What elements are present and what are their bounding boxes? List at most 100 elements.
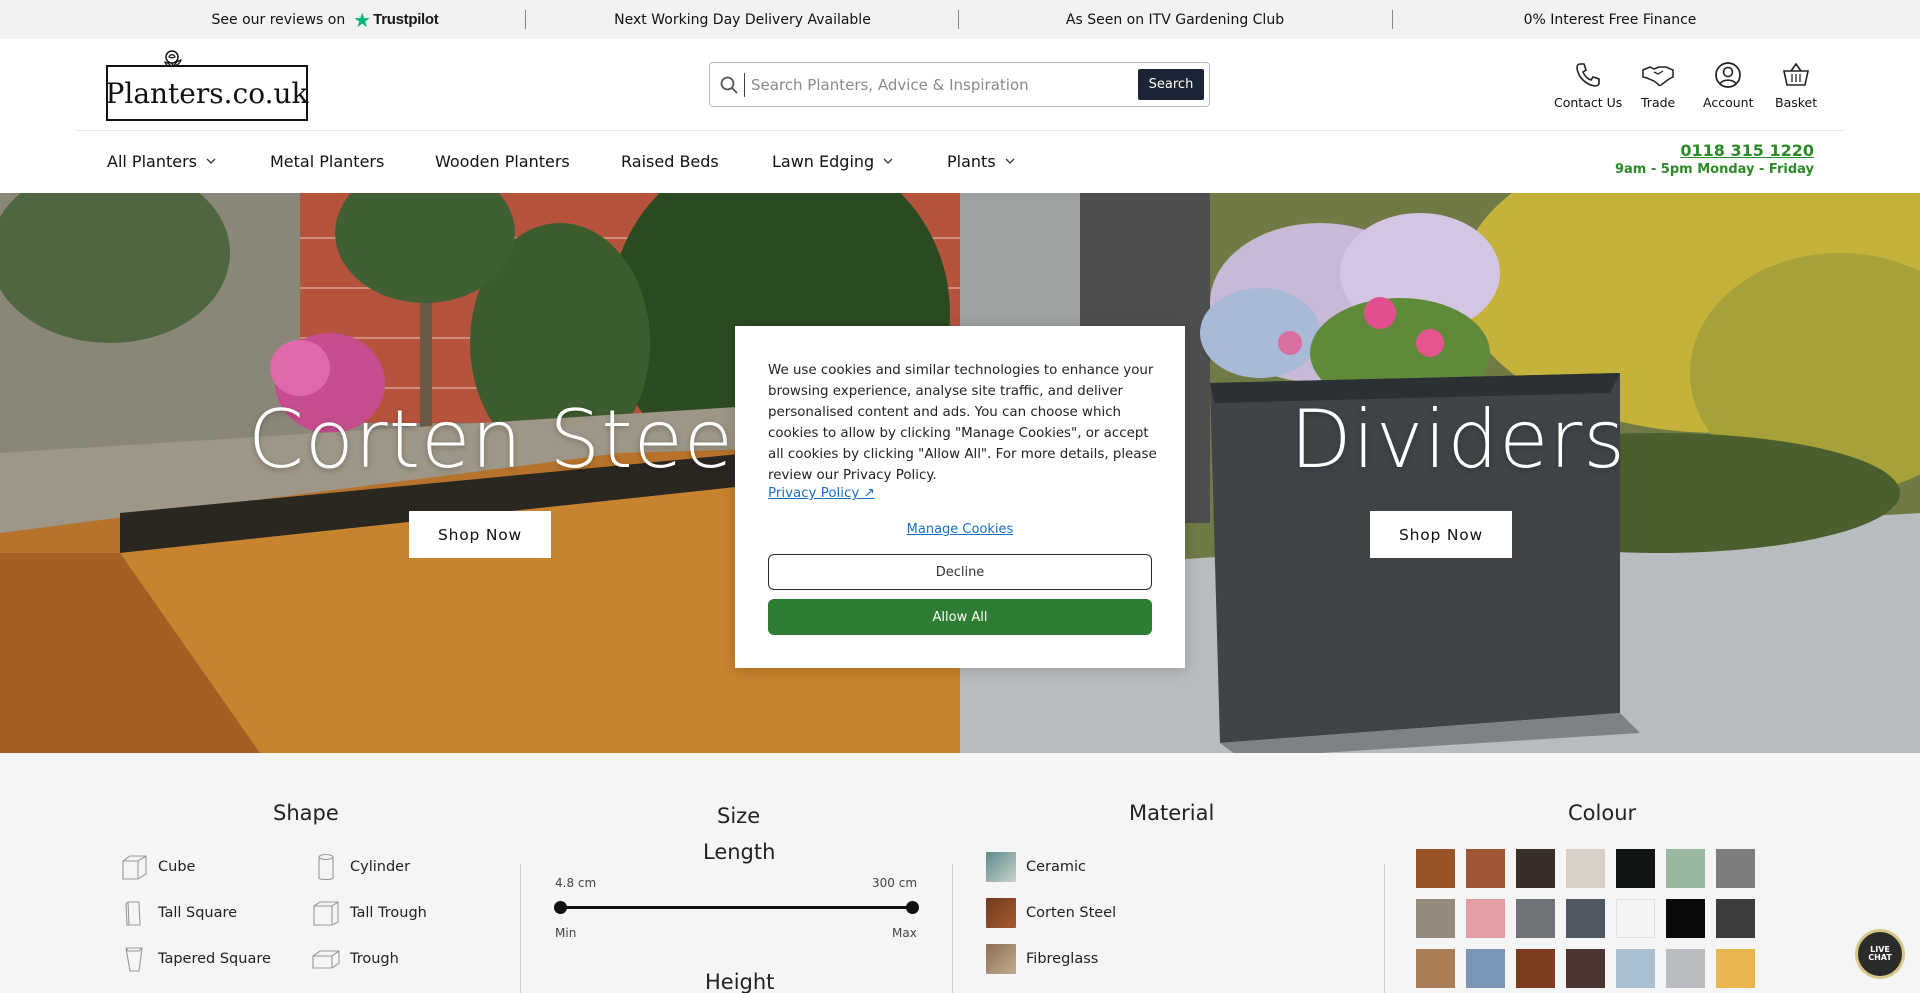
trustpilot-reviews[interactable]: See our reviews on ★ Trustpilot: [130, 0, 520, 39]
search-icon: [720, 76, 738, 94]
nav-plants[interactable]: Plants: [947, 150, 1015, 172]
nav-label: Plants: [947, 151, 996, 171]
colour-swatch[interactable]: [1466, 899, 1505, 938]
material-label: Corten Steel: [1026, 905, 1117, 921]
length-label: Length: [703, 840, 776, 864]
nav-raised-beds[interactable]: Raised Beds: [621, 150, 719, 172]
text-cursor: [744, 73, 745, 97]
slider-min-label: Min: [555, 926, 577, 940]
column-divider: [520, 864, 521, 993]
chevron-down-icon: [883, 158, 893, 164]
search-input[interactable]: [751, 71, 1141, 99]
material-label: Fibreglass: [1026, 951, 1099, 967]
colour-swatch[interactable]: [1516, 849, 1555, 888]
shape-trough[interactable]: Trough: [311, 945, 399, 973]
phone-number-link[interactable]: 0118 315 1220: [1615, 141, 1814, 160]
logo-text: Planters.co.uk: [106, 65, 308, 121]
trustpilot-star-icon: ★: [353, 7, 372, 32]
contact-us-link[interactable]: Contact Us: [1554, 60, 1622, 110]
divider: [1392, 10, 1393, 29]
basket-link[interactable]: Basket: [1775, 60, 1817, 110]
handshake-icon: [1642, 66, 1674, 87]
decline-button[interactable]: Decline: [768, 554, 1152, 590]
height-label: Height: [705, 970, 775, 993]
colour-swatch[interactable]: [1516, 899, 1555, 938]
account-link[interactable]: Account: [1703, 60, 1753, 110]
colour-swatch[interactable]: [1416, 849, 1455, 888]
cookie-consent-dialog: We use cookies and similar technologies …: [735, 326, 1185, 668]
length-min-value: 4.8 cm: [555, 876, 597, 890]
shape-label: Tapered Square: [158, 951, 271, 967]
tall-square-icon: [125, 901, 141, 926]
shape-tall-trough[interactable]: Tall Trough: [311, 899, 427, 927]
shape-label: Tall Trough: [350, 905, 427, 921]
material-corten-steel[interactable]: Corten Steel: [986, 898, 1116, 928]
hero-left-title: Corten Steel: [248, 393, 758, 486]
corten-swatch: [986, 898, 1016, 928]
nav-all-planters[interactable]: All Planters: [107, 150, 216, 172]
live-chat-button[interactable]: LIVE CHAT: [1855, 929, 1905, 979]
itv-message: As Seen on ITV Gardening Club: [1065, 11, 1285, 28]
divider: [958, 10, 959, 29]
size-title: Size: [717, 804, 761, 828]
cylinder-icon: [318, 853, 334, 881]
colour-title: Colour: [1568, 801, 1637, 825]
phone-contact: 0118 315 1220 9am - 5pm Monday - Friday: [1615, 141, 1814, 177]
length-max-value: 300 cm: [872, 876, 918, 890]
allow-all-button[interactable]: Allow All: [768, 599, 1152, 635]
trustpilot-logo: Trustpilot: [373, 11, 439, 28]
fibreglass-swatch: [986, 944, 1016, 974]
manage-cookies-link[interactable]: Manage Cookies: [735, 522, 1185, 537]
hero-right-title: Dividers: [1290, 393, 1626, 486]
nav-label: Raised Beds: [621, 151, 719, 171]
nav-metal-planters[interactable]: Metal Planters: [270, 150, 384, 172]
site-logo[interactable]: Planters.co.uk: [106, 49, 308, 121]
colour-swatch[interactable]: [1566, 849, 1605, 888]
cookie-message: We use cookies and similar technologies …: [768, 363, 1157, 483]
nav-wooden-planters[interactable]: Wooden Planters: [435, 150, 570, 172]
chevron-down-icon: [1005, 158, 1015, 164]
shape-tall-square[interactable]: Tall Square: [119, 899, 237, 927]
basket-icon: [1783, 62, 1810, 86]
colour-swatch[interactable]: [1466, 849, 1505, 888]
colour-swatch[interactable]: [1666, 849, 1705, 888]
colour-swatch[interactable]: [1616, 899, 1655, 938]
colour-swatch[interactable]: [1516, 949, 1555, 988]
colour-swatch[interactable]: [1716, 849, 1755, 888]
account-label: Account: [1703, 95, 1754, 110]
colour-swatch[interactable]: [1416, 899, 1455, 938]
colour-swatch[interactable]: [1666, 899, 1705, 938]
chevron-down-icon: [206, 158, 216, 164]
colour-swatch[interactable]: [1416, 949, 1455, 988]
cube-icon: [122, 855, 147, 880]
colour-swatch[interactable]: [1666, 949, 1705, 988]
shape-label: Tall Square: [158, 905, 238, 921]
colour-swatch[interactable]: [1616, 949, 1655, 988]
colour-swatch[interactable]: [1716, 899, 1755, 938]
user-icon: [1715, 62, 1742, 88]
colour-swatch[interactable]: [1716, 949, 1755, 988]
reviews-text: See our reviews on: [211, 11, 346, 28]
material-fibreglass[interactable]: Fibreglass: [986, 944, 1098, 974]
privacy-policy-link[interactable]: Privacy Policy ↗: [768, 486, 875, 501]
material-ceramic[interactable]: Ceramic: [986, 852, 1086, 882]
colour-swatch[interactable]: [1466, 949, 1505, 988]
length-min-handle[interactable]: [554, 901, 567, 914]
nav-lawn-edging[interactable]: Lawn Edging: [772, 150, 893, 172]
length-max-handle[interactable]: [906, 901, 919, 914]
header-divider: [75, 130, 1845, 131]
colour-swatch[interactable]: [1566, 899, 1605, 938]
trade-link[interactable]: Trade: [1641, 60, 1675, 110]
column-divider: [1384, 864, 1385, 993]
shop-now-dividers-button[interactable]: Shop Now: [1370, 511, 1512, 558]
shape-label: Cube: [158, 859, 196, 875]
shape-label: Cylinder: [350, 859, 411, 875]
shape-cube[interactable]: Cube: [119, 853, 195, 881]
search-button[interactable]: Search: [1138, 69, 1204, 100]
colour-swatch[interactable]: [1616, 849, 1655, 888]
shape-tapered-square[interactable]: Tapered Square: [119, 945, 271, 973]
colour-swatch[interactable]: [1566, 949, 1605, 988]
shape-cylinder[interactable]: Cylinder: [311, 853, 410, 881]
length-slider-track[interactable]: [556, 906, 914, 909]
shop-now-corten-button[interactable]: Shop Now: [409, 511, 551, 558]
